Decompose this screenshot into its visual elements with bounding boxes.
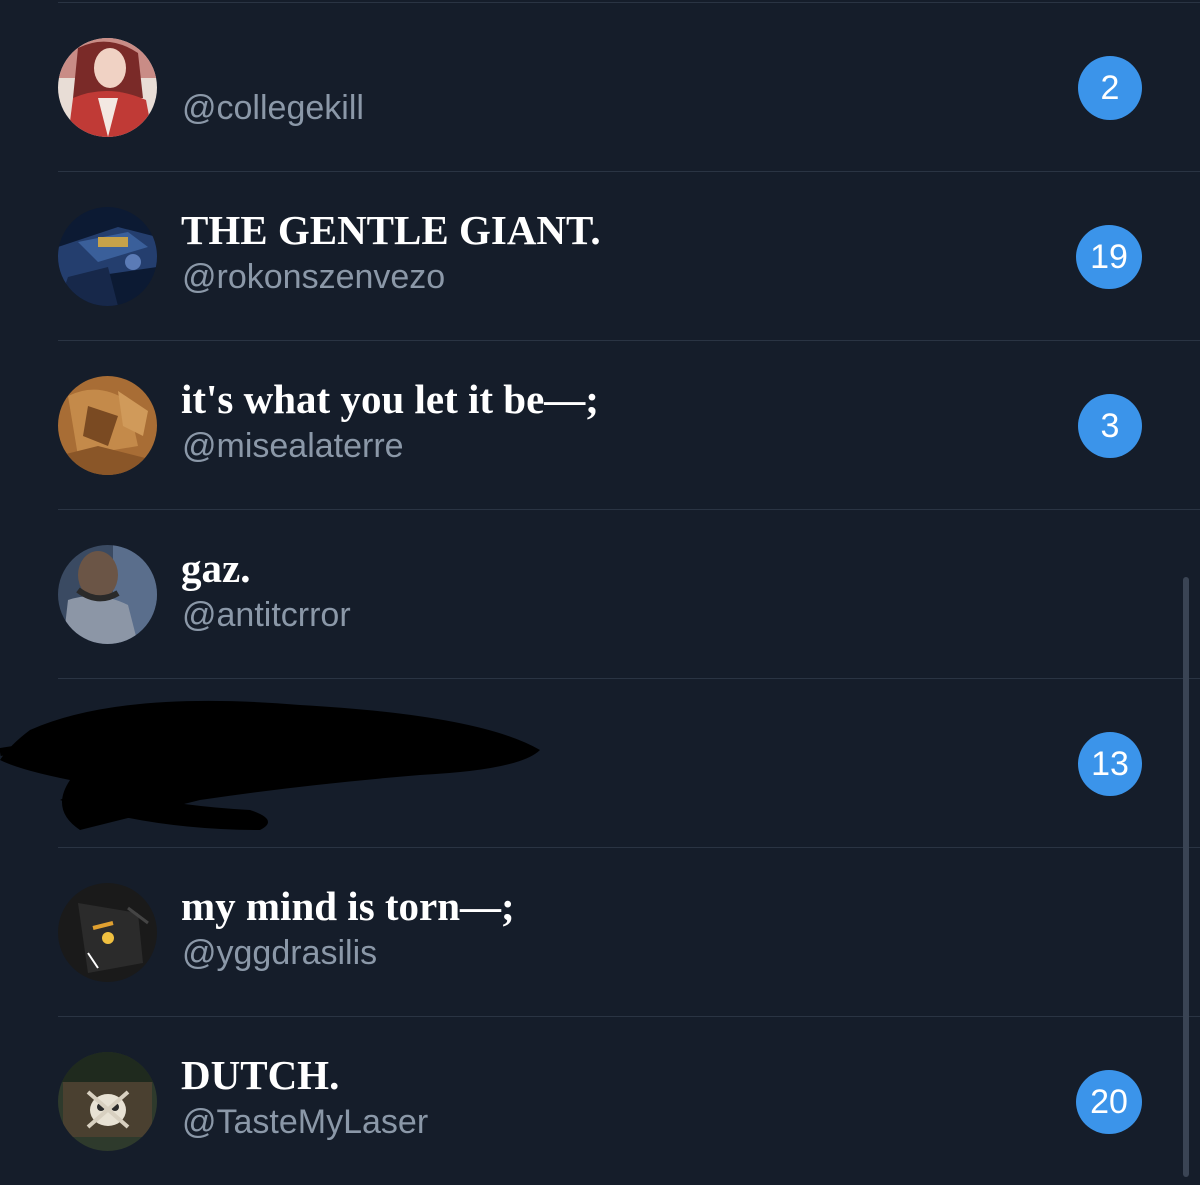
display-name: DUTCH. [181,1052,340,1098]
username-handle: @TasteMyLaser [182,1103,429,1141]
username-handle: @yggdrasilis [182,934,378,972]
avatar[interactable] [58,376,157,475]
avatar[interactable] [58,1052,157,1151]
display-name: my mind is torn—; [181,883,515,929]
list-item[interactable]: it's what you let it be—; @misealaterre … [0,341,1200,510]
unread-count-badge: 13 [1078,732,1142,796]
list-item[interactable]: gaz. @antitcrror [0,510,1200,679]
list-item[interactable]: my mind is torn—; @yggdrasilis [0,848,1200,1017]
list-item[interactable]: @collegekill 2 [0,3,1200,172]
avatar[interactable] [58,883,157,982]
redaction-scribble [0,700,540,830]
unread-count-badge: 2 [1078,56,1142,120]
display-name: THE GENTLE GIANT. [181,207,601,253]
username-handle: @antitcrror [182,596,351,634]
avatar[interactable] [58,207,157,306]
username-handle: @misealaterre [182,427,404,465]
unread-count-badge: 3 [1078,394,1142,458]
avatar[interactable] [58,545,157,644]
list-item[interactable]: THE GENTLE GIANT. @rokonszenvezo 19 [0,172,1200,341]
unread-count-badge: 19 [1076,225,1142,289]
list-item[interactable]: DUTCH. @TasteMyLaser 20 [0,1017,1200,1185]
unread-count-badge: 20 [1076,1070,1142,1134]
avatar[interactable] [58,38,157,137]
username-handle: @rokonszenvezo [182,258,446,296]
display-name: it's what you let it be—; [181,376,599,422]
scrollbar[interactable] [1183,577,1189,1177]
conversation-list-screen: @collegekill 2 THE GENTLE GIANT. @rokons… [0,0,1200,1185]
display-name: gaz. [181,545,251,591]
username-handle: @collegekill [182,89,364,127]
user-list: @collegekill 2 THE GENTLE GIANT. @rokons… [0,3,1200,1185]
